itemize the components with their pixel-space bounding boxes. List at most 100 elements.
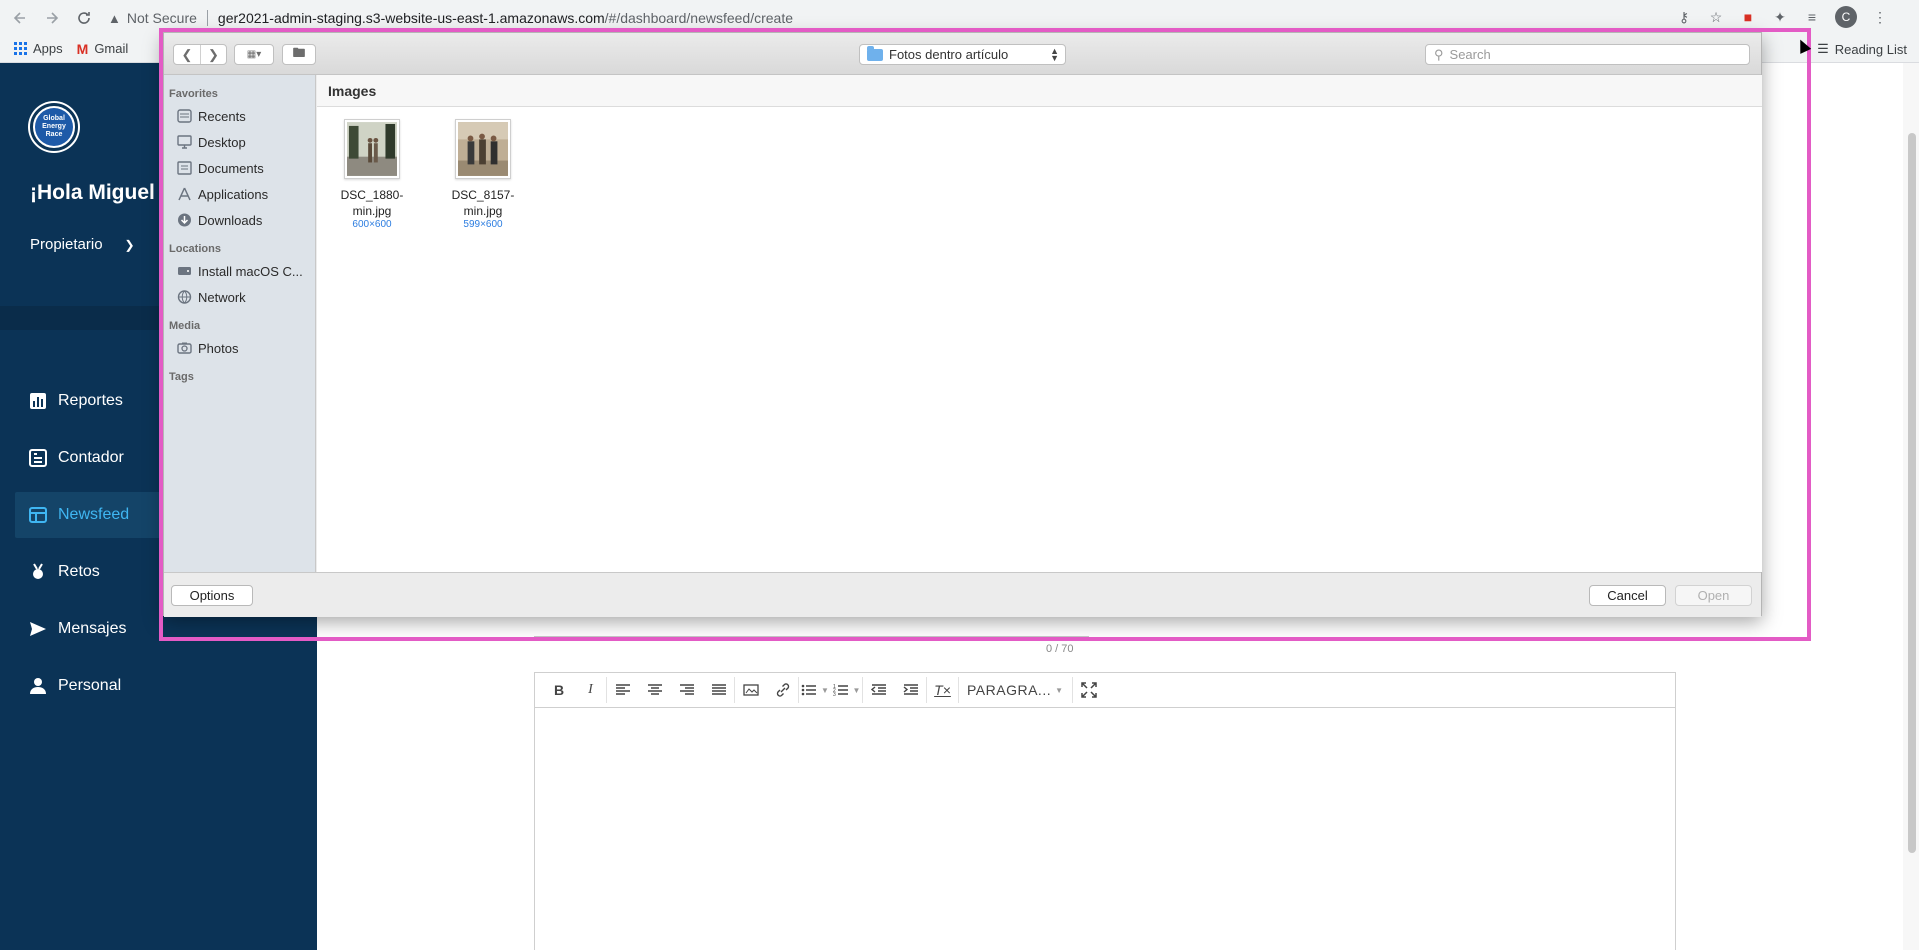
reading-list-button[interactable]: ☰ Reading List <box>1817 41 1907 57</box>
url-path: /#/dashboard/newsfeed/create <box>604 10 794 26</box>
dialog-back-button[interactable]: ❮ <box>174 45 200 64</box>
reading-list-icon: ☰ <box>1817 41 1829 56</box>
sidebar-item-recents[interactable]: Recents <box>164 103 315 129</box>
search-input[interactable] <box>1449 47 1730 62</box>
puzzle-icon[interactable]: ✦ <box>1771 8 1789 26</box>
updown-arrows-icon: ▲ ▼ <box>1050 45 1059 63</box>
file-name-line2: min.jpg <box>463 204 503 218</box>
numbered-list-icon[interactable]: 1 2 3 ▼ <box>831 677 863 703</box>
file-name: DSC_8157- min.jpg <box>438 187 528 219</box>
sidebar-item-applications[interactable]: Applications <box>164 181 315 207</box>
address-bar[interactable]: ▲ Not Secure ger2021-admin-staging.s3-we… <box>108 5 1798 31</box>
sidebar-item-label: Photos <box>198 340 239 356</box>
view-mode-button[interactable]: ▦▾ <box>234 44 274 65</box>
link-icon[interactable] <box>767 677 799 703</box>
file-name-line1: DSC_8157- <box>451 188 515 202</box>
star-icon[interactable]: ☆ <box>1707 8 1725 26</box>
sidebar-item-label: Reportes <box>58 392 123 409</box>
sidebar-item-install-macos[interactable]: Install macOS C... <box>164 258 315 284</box>
paragraph-format-dropdown[interactable]: PARAGRA... ▼ <box>959 677 1073 703</box>
documents-icon <box>177 161 192 175</box>
bold-button[interactable]: B <box>543 677 575 703</box>
menu-icon[interactable]: ⋮ <box>1871 8 1889 26</box>
locations-header: Locations <box>169 243 221 255</box>
character-counter: 0 / 70 <box>1046 643 1074 655</box>
bookmark-gmail[interactable]: M Gmail <box>77 41 129 57</box>
photo-thumbnail-icon <box>458 122 508 176</box>
extension-lock-icon[interactable]: ■ <box>1739 8 1757 26</box>
photo-thumbnail-icon <box>347 122 397 176</box>
file-thumbnail <box>344 119 400 179</box>
disk-icon <box>177 264 192 278</box>
newsfeed-icon <box>28 505 48 525</box>
dialog-search[interactable]: ⚲ <box>1425 44 1750 65</box>
fullscreen-icon[interactable] <box>1073 677 1105 703</box>
folder-path-popup[interactable]: Fotos dentro artículo ▲ ▼ <box>859 44 1066 65</box>
grid-view-icon: ▦▾ <box>246 49 262 60</box>
italic-button[interactable]: I <box>575 677 607 703</box>
sidebar-item-label: Downloads <box>198 212 263 228</box>
file-thumbnail <box>455 119 511 179</box>
sidebar-item-desktop[interactable]: Desktop <box>164 129 315 155</box>
app-logo: Global Energy Race <box>30 103 78 151</box>
bookmark-apps-label: Apps <box>33 41 63 56</box>
bullet-list-icon[interactable]: ▼ <box>799 677 831 703</box>
file-item[interactable]: DSC_8157- min.jpg 599×600 <box>438 119 528 230</box>
counter-icon <box>28 448 48 468</box>
address-separator <box>206 10 208 26</box>
sidebar-item-label: Contador <box>58 449 124 466</box>
align-left-icon[interactable] <box>607 677 639 703</box>
apps-grid-icon <box>14 42 27 55</box>
send-icon <box>28 619 48 639</box>
network-icon <box>177 290 192 304</box>
sidebar-item-label: Documents <box>198 160 264 176</box>
sidebar-item-documents[interactable]: Documents <box>164 155 315 181</box>
sidebar-item-network[interactable]: Network <box>164 284 315 310</box>
logo-text: Global Energy Race <box>35 108 73 146</box>
sidebar-item-photos[interactable]: Photos <box>164 335 315 361</box>
chevron-down-icon: ▼ <box>821 685 829 695</box>
file-name: DSC_1880- min.jpg <box>327 187 417 219</box>
reload-button[interactable] <box>72 6 96 30</box>
media-icon[interactable]: ≡ <box>1803 8 1821 26</box>
align-justify-icon[interactable] <box>703 677 735 703</box>
applications-icon <box>177 187 192 201</box>
open-button[interactable]: Open <box>1675 585 1752 606</box>
dialog-forward-button[interactable]: ❯ <box>200 45 226 64</box>
outdent-icon[interactable] <box>863 677 895 703</box>
page-scrollbar[interactable] <box>1903 63 1919 950</box>
role-dropdown[interactable]: Propietario ❯ <box>30 236 135 253</box>
file-name-line2: min.jpg <box>352 204 392 218</box>
rich-text-editor[interactable]: B I ▼ 1 2 3 ▼ T× PARAGRA... ▼ <box>534 672 1676 950</box>
align-center-icon[interactable] <box>639 677 671 703</box>
camera-icon <box>177 341 192 355</box>
title-input[interactable] <box>534 636 1089 637</box>
file-item[interactable]: DSC_1880- min.jpg 600×600 <box>327 119 417 230</box>
options-button[interactable]: Options <box>171 585 253 606</box>
medal-icon <box>28 562 48 582</box>
back-button[interactable] <box>8 6 32 30</box>
profile-avatar[interactable]: C <box>1835 6 1857 28</box>
media-header: Media <box>169 320 201 332</box>
bookmark-gmail-label: Gmail <box>94 41 129 56</box>
forward-button[interactable] <box>40 6 64 30</box>
sidebar-item-downloads[interactable]: Downloads <box>164 207 315 233</box>
bookmark-apps[interactable]: Apps <box>14 41 63 56</box>
new-folder-icon: 🖿 <box>292 44 306 60</box>
scrollbar-thumb[interactable] <box>1908 133 1916 853</box>
align-right-icon[interactable] <box>671 677 703 703</box>
indent-icon[interactable] <box>895 677 927 703</box>
file-name-line1: DSC_1880- <box>340 188 404 202</box>
cancel-button[interactable]: Cancel <box>1589 585 1666 606</box>
sidebar-item-label: Retos <box>58 563 100 580</box>
sidebar-item-label: Newsfeed <box>58 506 130 523</box>
sidebar-item-personal[interactable]: Personal <box>15 663 317 709</box>
clear-format-icon[interactable]: T× <box>927 677 959 703</box>
reading-list-label: Reading List <box>1834 41 1907 57</box>
image-icon[interactable] <box>735 677 767 703</box>
sidebar-item-label: Applications <box>198 186 269 202</box>
new-folder-button[interactable]: 🖿 <box>282 44 316 65</box>
role-label: Propietario <box>30 236 103 253</box>
paragraph-format-label: PARAGRA... <box>967 682 1052 698</box>
key-icon[interactable]: ⚷ <box>1675 8 1693 26</box>
